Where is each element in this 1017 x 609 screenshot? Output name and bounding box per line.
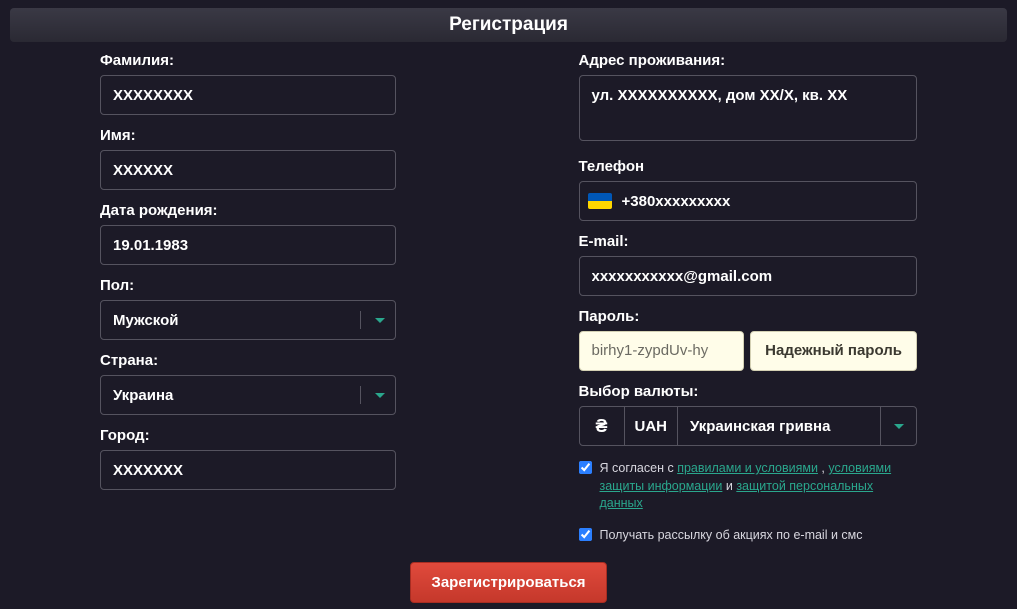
newsletter-text: Получать рассылку об акциях по e-mail и … <box>600 527 863 545</box>
gender-select[interactable]: Мужской <box>100 300 396 340</box>
city-label: Город: <box>100 427 439 444</box>
gender-value: Мужской <box>113 312 179 329</box>
phone-value: +380xxxxxxxxx <box>622 193 731 210</box>
dob-label: Дата рождения: <box>100 202 439 219</box>
currency-label: Выбор валюты: <box>579 383 918 400</box>
chevron-down-icon <box>375 318 385 323</box>
firstname-label: Имя: <box>100 127 439 144</box>
address-label: Адрес проживания: <box>579 52 918 69</box>
chevron-down-icon <box>375 393 385 398</box>
currency-code: UAH <box>624 407 678 445</box>
newsletter-checkbox[interactable] <box>579 528 592 541</box>
ukraine-flag-icon <box>588 193 612 209</box>
country-select[interactable]: Украина <box>100 375 396 415</box>
country-value: Украина <box>113 387 173 404</box>
password-strength-badge: Надежный пароль <box>750 331 917 371</box>
password-label: Пароль: <box>579 308 918 325</box>
password-input[interactable]: birhy1-zypdUv-hy <box>579 331 745 371</box>
email-input[interactable] <box>579 256 918 296</box>
terms-checkbox[interactable] <box>579 461 592 474</box>
city-input[interactable] <box>100 450 396 490</box>
email-label: E-mail: <box>579 233 918 250</box>
terms-checkbox-row[interactable]: Я согласен с правилами и условиями , усл… <box>579 460 918 513</box>
gender-label: Пол: <box>100 277 439 294</box>
currency-select[interactable]: ₴ UAH Украинская гривна <box>579 406 918 446</box>
chevron-down-icon <box>894 424 904 429</box>
phone-input[interactable]: +380xxxxxxxxx <box>579 181 918 221</box>
page-title: Регистрация <box>10 8 1007 42</box>
terms-link-rules[interactable]: правилами и условиями <box>677 461 818 475</box>
lastname-label: Фамилия: <box>100 52 439 69</box>
hryvnia-icon: ₴ <box>580 416 624 437</box>
country-label: Страна: <box>100 352 439 369</box>
address-input[interactable]: ул. XXXXXXXXXX, дом XX/X, кв. XX <box>579 75 918 141</box>
phone-label: Телефон <box>579 158 918 175</box>
right-column: Адрес проживания: ул. XXXXXXXXXX, дом XX… <box>579 52 918 544</box>
lastname-input[interactable] <box>100 75 396 115</box>
register-button[interactable]: Зарегистрироваться <box>410 562 606 603</box>
dob-input[interactable] <box>100 225 396 265</box>
terms-text: Я согласен с правилами и условиями , усл… <box>600 460 918 513</box>
left-column: Фамилия: Имя: Дата рождения: Пол: Мужско… <box>100 52 439 544</box>
firstname-input[interactable] <box>100 150 396 190</box>
currency-name: Украинская гривна <box>677 407 880 445</box>
newsletter-checkbox-row[interactable]: Получать рассылку об акциях по e-mail и … <box>579 527 918 545</box>
